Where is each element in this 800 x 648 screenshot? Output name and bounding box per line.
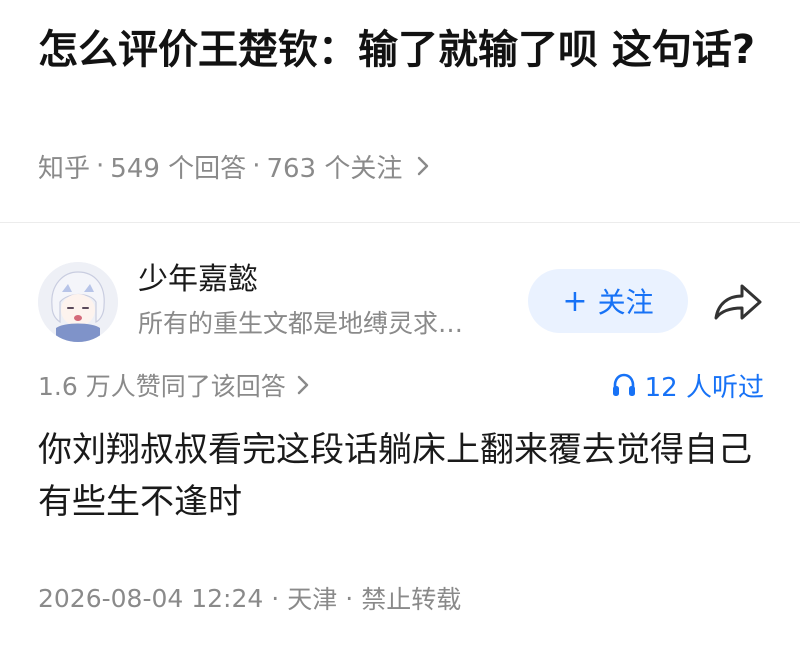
follow-label: 关注 [597, 286, 654, 319]
listener-count: 12 人听过 [644, 372, 764, 403]
meta-separator: · [271, 583, 280, 613]
follow-button[interactable]: + 关注 [528, 269, 688, 333]
question-meta[interactable]: 知乎 · 549 个回答 · 763 个关注 [38, 146, 430, 186]
listen-button[interactable]: 12 人听过 [611, 366, 764, 404]
answer-footer: 2026-08-04 12:24 · 天津 · 禁止转载 [38, 578, 461, 618]
divider [0, 222, 800, 223]
chevron-right-icon [296, 374, 310, 396]
follower-count: 763 个关注 [266, 153, 403, 184]
avatar[interactable] [38, 262, 118, 342]
question-title[interactable]: 怎么评价王楚钦：输了就输了呗 这句话? [38, 22, 768, 78]
meta-separator: · [345, 583, 354, 613]
author-bio: 所有的重生文都是地缚灵求… [138, 309, 464, 338]
author-name[interactable]: 少年嘉懿 [138, 260, 258, 300]
share-icon[interactable] [710, 280, 766, 324]
headphone-icon [611, 372, 637, 398]
chevron-right-icon [416, 155, 430, 177]
answer-text[interactable]: 你刘翔叔叔看完这段话躺床上翻来覆去觉得自己有些生不逢时 [38, 424, 768, 528]
approval-row[interactable]: 1.6 万人赞同了该回答 [38, 366, 310, 404]
approval-count: 1.6 万人赞同了该回答 [38, 372, 286, 401]
plus-icon: + [562, 283, 588, 319]
meta-separator: · [252, 151, 261, 181]
meta-separator: · [96, 151, 105, 181]
answer-count: 549 个回答 [110, 153, 247, 184]
source-label: 知乎 [38, 153, 91, 184]
copyright-notice: 禁止转载 [361, 585, 462, 614]
answer-date: 2026-08-04 12:24 [38, 583, 264, 613]
answer-location: 天津 [287, 585, 338, 614]
